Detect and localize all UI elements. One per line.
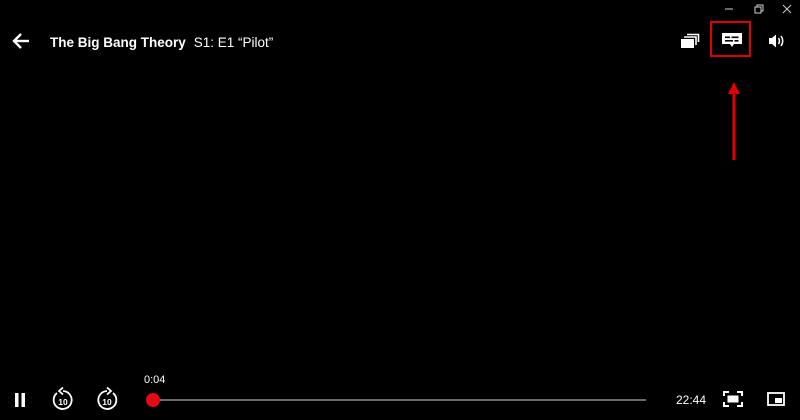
window-close-button[interactable] [772,0,800,18]
fullscreen-icon [723,391,743,407]
episodes-icon [681,33,700,48]
title-bar: The Big Bang Theory S1: E1 “Pilot” [50,33,273,51]
volume-button[interactable] [765,28,789,54]
elapsed-time: 0:04 [144,374,166,386]
pause-icon [15,393,25,407]
episode-title: S1: E1 “Pilot” [193,34,274,50]
episodes-button[interactable] [678,28,702,54]
back-arrow-icon [12,33,29,49]
svg-text:10: 10 [58,397,68,407]
pause-button[interactable] [10,389,30,411]
minimize-icon [725,8,733,10]
picture-in-picture-button[interactable] [766,389,786,409]
annotation-arrow [728,82,740,160]
fullscreen-button[interactable] [722,389,744,409]
rewind-10-button[interactable]: 10 [50,386,76,414]
show-title: The Big Bang Theory [50,34,186,50]
forward-10-icon: 10 [97,387,118,410]
window-minimize-button[interactable] [714,0,744,18]
seek-thumb[interactable] [146,393,161,407]
seek-bar[interactable] [152,399,646,401]
subtitles-icon [722,33,742,47]
window-restore-button[interactable] [744,0,774,18]
back-button[interactable] [10,30,32,52]
rewind-10-icon: 10 [52,387,73,410]
picture-in-picture-icon [767,392,785,406]
svg-text:10: 10 [102,397,112,407]
remaining-time: 22:44 [676,393,707,407]
forward-10-button[interactable]: 10 [94,386,120,414]
close-icon [782,4,792,14]
volume-icon [769,34,784,48]
restore-icon [754,4,764,14]
subtitles-button[interactable] [710,21,754,59]
